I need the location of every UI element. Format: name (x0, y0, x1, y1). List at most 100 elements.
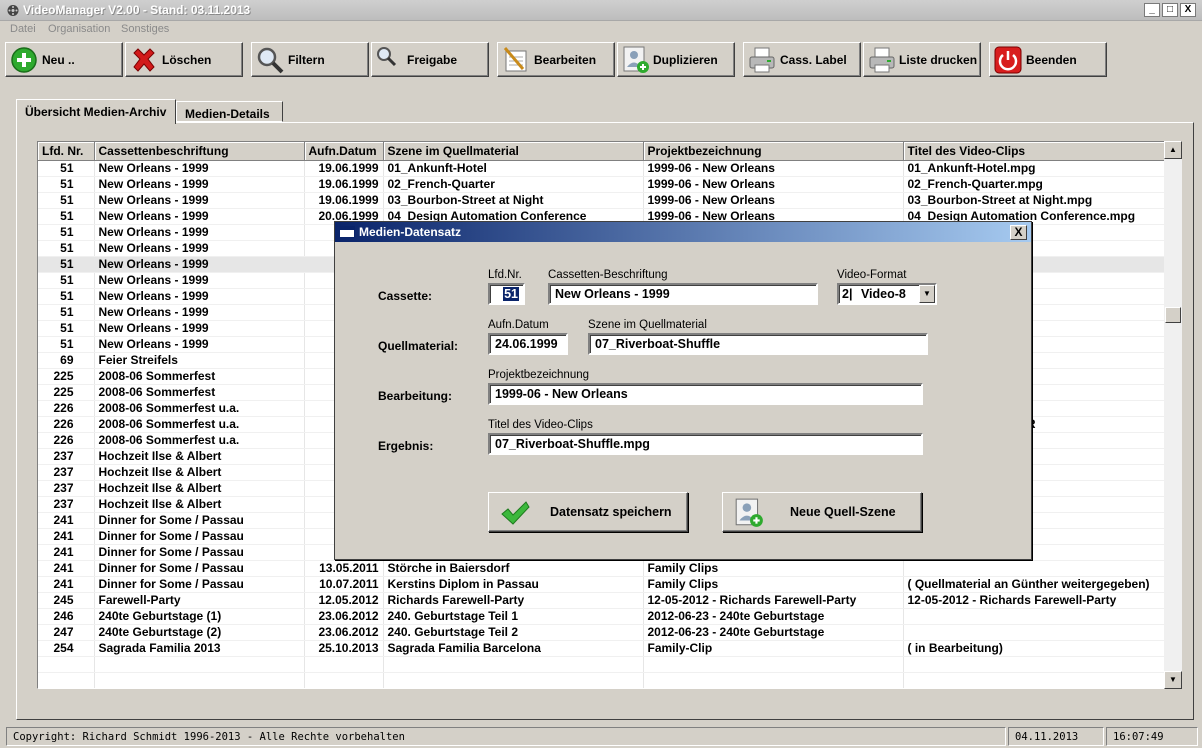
tab-media-details[interactable]: Medien-Details (176, 101, 283, 122)
table-cell: 245 (38, 592, 95, 609)
table-cell (94, 656, 305, 673)
scene-field[interactable]: 07_Riverboat-Shuffle (588, 333, 928, 355)
scroll-up-button[interactable]: ▲ (1164, 141, 1182, 159)
table-cell: ( Quellmaterial an Günther weitergegeben… (903, 576, 1166, 593)
table-row[interactable]: 51 New Orleans - 1999 19.06.1999 02_French-… (38, 176, 1166, 193)
notepad-pencil-icon (503, 47, 527, 72)
table-cell: 01_Ankunft-Hotel.mpg (903, 160, 1166, 177)
table-row[interactable] (38, 656, 1166, 673)
delete-button[interactable]: Löschen (125, 42, 243, 77)
table-cell: 51 (38, 240, 95, 257)
column-header-2[interactable]: Aufn.Datum (304, 142, 384, 161)
cass-label-button[interactable]: Cass. Label (743, 42, 861, 77)
cassette-label-field[interactable]: New Orleans - 1999 (548, 283, 818, 305)
table-row[interactable] (38, 672, 1166, 688)
add-icon (11, 47, 37, 73)
table-cell: 246 (38, 608, 95, 625)
release-button[interactable]: Freigabe (371, 42, 489, 77)
edit-row-label: Bearbeitung: (378, 389, 453, 403)
table-cell (304, 672, 384, 688)
table-cell: Störche in Baiersdorf (383, 560, 644, 577)
table-cell: Family Clips (643, 576, 904, 593)
table-cell (903, 608, 1166, 625)
table-cell: 51 (38, 320, 95, 337)
tab-archive-overview[interactable]: Übersicht Medien-Archiv (16, 99, 176, 124)
column-header-4[interactable]: Projektbezeichnung (643, 142, 904, 161)
scroll-thumb[interactable] (1165, 307, 1181, 323)
minimize-button[interactable]: _ (1144, 3, 1160, 17)
dialog-title: Medien-Datensatz (359, 225, 462, 239)
table-cell: 241 (38, 512, 95, 529)
table-row[interactable]: 241 Dinner for Some / Passau 13.05.2011 Stö… (38, 560, 1166, 577)
scene-label: Szene im Quellmaterial (588, 319, 707, 331)
table-cell: 241 (38, 576, 95, 593)
table-row[interactable]: 51 New Orleans - 1999 19.06.1999 01_Ankunft… (38, 160, 1166, 177)
video-format-select[interactable]: 2| Video-8 ▼ (837, 283, 937, 305)
table-cell: New Orleans - 1999 (94, 160, 305, 177)
table-cell: 02_French-Quarter (383, 176, 644, 193)
table-cell: 19.06.1999 (304, 160, 384, 177)
maximize-button[interactable]: □ (1162, 3, 1178, 17)
table-cell: 51 (38, 288, 95, 305)
table-cell: Dinner for Some / Passau (94, 560, 305, 577)
table-cell: 23.06.2012 (304, 624, 384, 641)
table-cell (903, 624, 1166, 641)
table-row[interactable]: 247 240te Geburtstage (2) 23.06.2012 240. G… (38, 624, 1166, 641)
duplicate-button[interactable]: Duplizieren (617, 42, 735, 77)
save-record-button[interactable]: Datensatz speichern (488, 492, 688, 532)
table-cell: Feier Streifels (94, 352, 305, 369)
column-header-5[interactable]: Titel des Video-Clips (903, 142, 1166, 161)
menu-datei[interactable]: Datei (10, 23, 36, 35)
project-field[interactable]: 1999-06 - New Orleans (488, 383, 923, 405)
lfdnr-label: Lfd.Nr. (488, 269, 522, 281)
table-cell (903, 672, 1166, 688)
column-header-3[interactable]: Szene im Quellmaterial (383, 142, 644, 161)
table-cell: 225 (38, 368, 95, 385)
new-button[interactable]: Neu .. (5, 42, 123, 77)
table-cell: 240. Geburtstage Teil 1 (383, 608, 644, 625)
table-row[interactable]: 51 New Orleans - 1999 19.06.1999 03_Bourbon… (38, 192, 1166, 209)
app-window: VideoManager V2.00 - Stand: 03.11.2013 _… (0, 0, 1202, 748)
table-cell: 25.10.2013 (304, 640, 384, 657)
table-cell (38, 672, 95, 688)
video-format-code: 2| (842, 287, 853, 301)
menu-organisation[interactable]: Organisation (48, 23, 110, 35)
table-cell: 03_Bourbon-Street at Night (383, 192, 644, 209)
table-row[interactable]: 246 240te Geburtstage (1) 23.06.2012 240. G… (38, 608, 1166, 625)
lfdnr-field[interactable]: 51 (488, 283, 525, 305)
quit-button[interactable]: Beenden (989, 42, 1107, 77)
table-cell: New Orleans - 1999 (94, 176, 305, 193)
filter-button[interactable]: Filtern (251, 42, 369, 77)
new-source-scene-button[interactable]: Neue Quell-Szene (722, 492, 922, 532)
table-row[interactable]: 254 Sagrada Familia 2013 25.10.2013 Sagrada… (38, 640, 1166, 657)
table-cell: New Orleans - 1999 (94, 208, 305, 225)
table-cell: 226 (38, 400, 95, 417)
table-row[interactable]: 241 Dinner for Some / Passau 10.07.2011 Ker… (38, 576, 1166, 593)
close-window-button[interactable]: X (1180, 3, 1196, 17)
table-cell: New Orleans - 1999 (94, 256, 305, 273)
print-list-button[interactable]: Liste drucken (863, 42, 981, 77)
table-cell: 19.06.1999 (304, 192, 384, 209)
table-cell: 13.05.2011 (304, 560, 384, 577)
status-time: 16:07:49 (1106, 727, 1198, 746)
date-field[interactable]: 24.06.1999 (488, 333, 568, 355)
chevron-down-icon[interactable]: ▼ (919, 285, 935, 303)
table-cell: Family-Clip (643, 640, 904, 657)
user-add-icon (735, 498, 763, 527)
scroll-down-button[interactable]: ▼ (1164, 671, 1182, 689)
column-header-1[interactable]: Cassettenbeschriftung (94, 142, 305, 161)
table-cell (38, 656, 95, 673)
edit-button[interactable]: Bearbeiten (497, 42, 615, 77)
table-cell: 247 (38, 624, 95, 641)
table-cell: 69 (38, 352, 95, 369)
table-cell: 241 (38, 560, 95, 577)
dialog-close-button[interactable]: X (1010, 225, 1027, 240)
clip-title-field[interactable]: 07_Riverboat-Shuffle.mpg (488, 433, 923, 455)
menu-sonstiges[interactable]: Sonstiges (121, 23, 169, 35)
result-row-label: Ergebnis: (378, 439, 434, 453)
column-header-0[interactable]: Lfd. Nr. (38, 142, 95, 161)
table-cell: 02_French-Quarter.mpg (903, 176, 1166, 193)
grid-vertical-scrollbar[interactable]: ▲ ▼ (1164, 141, 1182, 689)
table-cell: New Orleans - 1999 (94, 224, 305, 241)
table-row[interactable]: 245 Farewell-Party 12.05.2012 Richards Fare… (38, 592, 1166, 609)
